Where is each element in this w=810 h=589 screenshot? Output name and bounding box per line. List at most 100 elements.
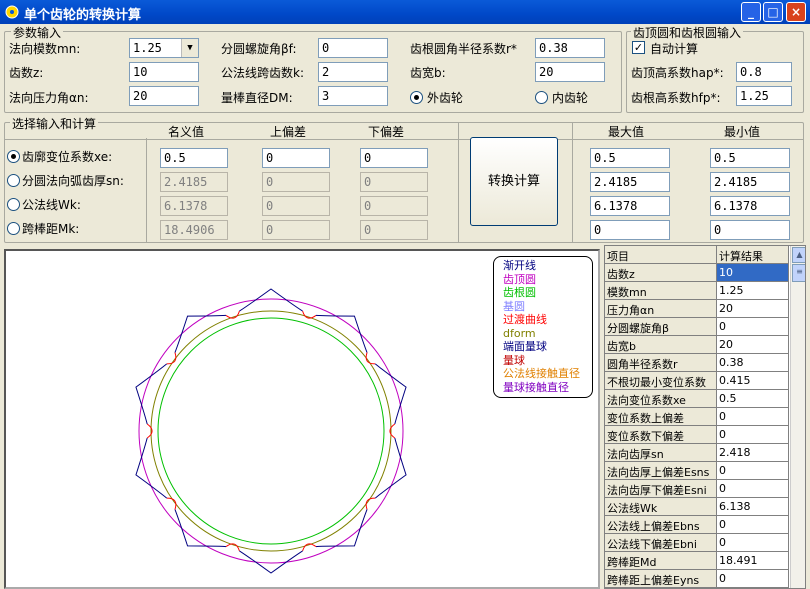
mk-lower-input[interactable]: 0 (360, 220, 428, 240)
wk-max-input[interactable]: 6.1378 (590, 196, 670, 216)
divider (572, 122, 573, 243)
maximize-button[interactable]: □ (763, 2, 783, 22)
sn-lower-input[interactable]: 0 (360, 172, 428, 192)
tip-circle (138, 298, 404, 564)
table-row[interactable]: 公法线上偏差Ebns 0 (605, 516, 789, 534)
sn-label: 分圆法向弧齿厚sn: (22, 174, 124, 188)
table-scrollbar[interactable]: ▲ ≡ (790, 246, 805, 588)
table-row[interactable]: 圆角半径系数r 0.38 (605, 354, 789, 372)
scroll-up-icon[interactable]: ▲ (792, 247, 805, 263)
row-value[interactable]: 10 (717, 264, 789, 282)
xe-radio[interactable] (7, 150, 20, 163)
sn-nominal-input[interactable]: 2.4185 (160, 172, 228, 192)
row-item: 公法线下偏差Ebni (605, 534, 717, 552)
convert-button[interactable]: 转换计算 (470, 137, 558, 226)
legend-item-wk-contact: 公法线接触直径 (503, 367, 580, 380)
chevron-down-icon[interactable]: ▼ (181, 39, 198, 57)
wk-lower-input[interactable]: 0 (360, 196, 428, 216)
col-item-header: 项目 (605, 246, 717, 264)
row-value[interactable]: 0 (717, 534, 789, 552)
table-row[interactable]: 法向齿厚sn 2.418 (605, 444, 789, 462)
table-row[interactable]: 模数mn 1.25 (605, 282, 789, 300)
row-value[interactable]: 18.491 (717, 552, 789, 570)
ball-diameter-input[interactable]: 3 (318, 86, 388, 106)
table-row[interactable]: 变位系数上偏差 0 (605, 408, 789, 426)
fillet-curve (365, 352, 376, 365)
xe-upper-input[interactable]: 0 (262, 148, 330, 168)
table-row[interactable]: 不根切最小变位系数 0.415 (605, 372, 789, 390)
helix-angle-input[interactable]: 0 (318, 38, 388, 58)
close-button[interactable]: × (786, 2, 806, 22)
wk-radio[interactable] (7, 198, 20, 211)
wk-upper-input[interactable]: 0 (262, 196, 330, 216)
pressure-angle-input[interactable]: 20 (129, 86, 199, 106)
teeth-input[interactable]: 10 (129, 62, 199, 82)
table-row[interactable]: 跨棒距Md 18.491 (605, 552, 789, 570)
auto-calc-label: 自动计算 (650, 42, 699, 56)
sn-radio[interactable] (7, 174, 20, 187)
results-table[interactable]: 项目 计算结果 齿数z 10 模数mn 1.25 压力角αn 20 分圆螺旋角β 0 齿宽b 20… (604, 245, 806, 589)
hap-input[interactable]: 0.8 (736, 62, 792, 82)
xe-min-input[interactable]: 0.5 (710, 148, 790, 168)
minimize-button[interactable]: _ (741, 2, 761, 22)
fillet-radius-input[interactable]: 0.38 (535, 38, 605, 58)
row-value[interactable]: 2.418 (717, 444, 789, 462)
row-value[interactable]: 20 (717, 300, 789, 318)
involute-curve (239, 550, 303, 574)
xe-nominal-input[interactable]: 0.5 (160, 148, 228, 168)
row-value[interactable]: 0 (717, 570, 789, 588)
mk-upper-input[interactable]: 0 (262, 220, 330, 240)
table-row[interactable]: 变位系数下偏差 0 (605, 426, 789, 444)
table-row[interactable]: 分圆螺旋角β 0 (605, 318, 789, 336)
table-row[interactable]: 公法线下偏差Ebni 0 (605, 534, 789, 552)
row-value[interactable]: 0 (717, 426, 789, 444)
xe-max-input[interactable]: 0.5 (590, 148, 670, 168)
sn-max-input[interactable]: 2.4185 (590, 172, 670, 192)
row-value[interactable]: 0.5 (717, 390, 789, 408)
modulus-select[interactable]: 1.25 ▼ (129, 38, 199, 58)
table-row[interactable]: 齿数z 10 (605, 264, 789, 282)
ball-diameter-label: 量棒直径DM: (221, 91, 293, 105)
row-value[interactable]: 0.38 (717, 354, 789, 372)
auto-calc-checkbox[interactable]: ✓ (632, 41, 645, 54)
row-value[interactable]: 0.415 (717, 372, 789, 390)
row-value[interactable]: 0 (717, 516, 789, 534)
scroll-thumb[interactable]: ≡ (792, 264, 805, 282)
params-group-label: 参数输入 (11, 24, 64, 41)
table-row[interactable]: 齿宽b 20 (605, 336, 789, 354)
row-value[interactable]: 6.138 (717, 498, 789, 516)
involute-curve (374, 363, 407, 425)
row-value[interactable]: 0 (717, 318, 789, 336)
table-row[interactable]: 法向齿厚下偏差Esni 0 (605, 480, 789, 498)
xe-lower-input[interactable]: 0 (360, 148, 428, 168)
col-upper-header: 上偏差 (270, 125, 307, 139)
involute-curve (374, 437, 407, 499)
mk-radio[interactable] (7, 222, 20, 235)
row-item: 齿数z (605, 264, 717, 282)
root-circle (157, 317, 385, 545)
row-value[interactable]: 0 (717, 462, 789, 480)
mk-min-input[interactable]: 0 (710, 220, 790, 240)
sn-min-input[interactable]: 2.4185 (710, 172, 790, 192)
row-item: 公法线上偏差Ebns (605, 516, 717, 534)
row-value[interactable]: 1.25 (717, 282, 789, 300)
mk-max-input[interactable]: 0 (590, 220, 670, 240)
table-row[interactable]: 公法线Wk 6.138 (605, 498, 789, 516)
wk-label: 公法线Wk: (22, 198, 81, 212)
wk-nominal-input[interactable]: 6.1378 (160, 196, 228, 216)
row-value[interactable]: 20 (717, 336, 789, 354)
table-row[interactable]: 跨棒距上偏差Eyns 0 (605, 570, 789, 588)
table-row[interactable]: 法向变位系数xe 0.5 (605, 390, 789, 408)
hfp-input[interactable]: 1.25 (736, 86, 792, 106)
internal-gear-radio[interactable] (535, 91, 548, 104)
table-row[interactable]: 法向齿厚上偏差Esns 0 (605, 462, 789, 480)
span-teeth-input[interactable]: 2 (318, 62, 388, 82)
sn-upper-input[interactable]: 0 (262, 172, 330, 192)
face-width-input[interactable]: 20 (535, 62, 605, 82)
table-row[interactable]: 压力角αn 20 (605, 300, 789, 318)
external-gear-radio[interactable] (410, 91, 423, 104)
row-value[interactable]: 0 (717, 480, 789, 498)
wk-min-input[interactable]: 6.1378 (710, 196, 790, 216)
row-value[interactable]: 0 (717, 408, 789, 426)
mk-nominal-input[interactable]: 18.4906 (160, 220, 228, 240)
